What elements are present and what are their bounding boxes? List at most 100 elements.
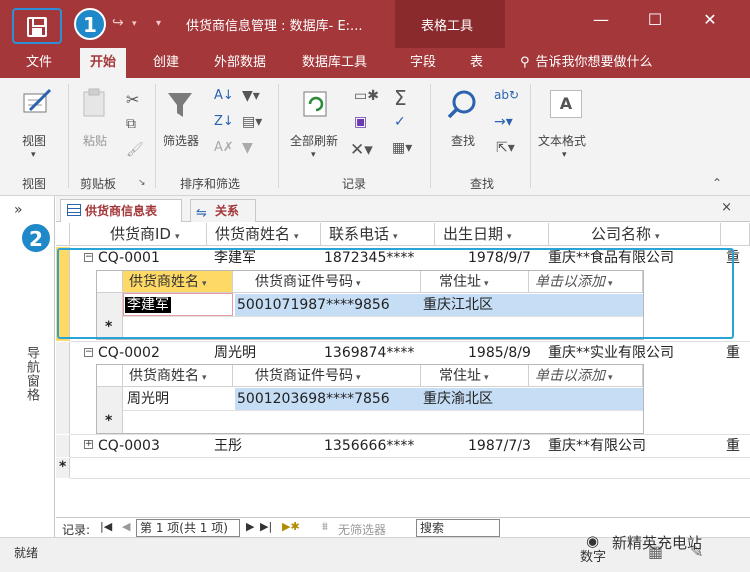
expand-nav-icon[interactable]: » xyxy=(14,202,23,218)
column-dropdown-icon[interactable]: ▾ xyxy=(294,232,299,242)
column-header-phone[interactable]: 联系电话 ▾ xyxy=(321,223,435,246)
tab-supplier-table[interactable]: 供货商信息表 xyxy=(60,199,182,222)
tab-fields[interactable]: 字段 xyxy=(400,48,446,78)
cell-supplier-name[interactable]: 王彤 xyxy=(214,435,242,457)
sub-column-header-address[interactable]: 常住址 ▾ xyxy=(421,271,529,293)
totals-icon[interactable]: Σ xyxy=(394,86,407,110)
text-format-dropdown-icon[interactable]: ▾ xyxy=(562,150,567,160)
cell-overflow[interactable]: 重 xyxy=(726,342,740,364)
spelling-icon[interactable]: ✓ xyxy=(394,114,406,130)
close-tab-icon[interactable]: × xyxy=(721,200,732,215)
column-dropdown-icon[interactable]: ▾ xyxy=(202,279,207,289)
save-record-icon[interactable]: ▣ xyxy=(354,114,367,130)
prev-record-icon[interactable]: ◀ xyxy=(122,520,130,533)
sub-cell-add[interactable] xyxy=(529,388,643,410)
column-dropdown-icon[interactable]: ▾ xyxy=(507,232,512,242)
cell-phone[interactable]: 1872345**** xyxy=(324,247,414,269)
nav-pane-label[interactable]: 导航窗格 xyxy=(22,346,41,402)
goto-icon[interactable]: →▾ xyxy=(494,114,513,130)
cell-birthdate[interactable]: 1985/8/9 xyxy=(468,342,531,364)
sub-column-header-add[interactable]: 单击以添加 ▾ xyxy=(529,365,643,387)
tab-file[interactable]: 文件 xyxy=(16,48,62,78)
column-dropdown-icon[interactable]: ▾ xyxy=(356,279,361,289)
column-header-company[interactable]: 公司名称 ▾ xyxy=(549,223,721,246)
toggle-filter-icon[interactable]: ▼ xyxy=(242,140,253,156)
sort-descending-icon[interactable]: Z↓ xyxy=(214,114,234,129)
copy-icon[interactable]: ⧉ xyxy=(126,116,136,132)
replace-icon[interactable]: ab↻ xyxy=(494,88,519,102)
paste-button[interactable]: 粘贴 xyxy=(83,132,107,149)
column-header-more[interactable] xyxy=(721,223,750,246)
selection-filter-icon[interactable]: ▼▾ xyxy=(242,88,260,104)
sub-cell-idno[interactable]: 5001203698****7856 xyxy=(235,388,421,410)
sub-select-all[interactable] xyxy=(97,365,123,387)
refresh-dropdown-icon[interactable]: ▾ xyxy=(311,150,316,160)
find-button[interactable]: 查找 xyxy=(451,132,475,149)
sub-column-header-name[interactable]: 供货商姓名 ▾ xyxy=(123,365,233,387)
maximize-button[interactable]: ☐ xyxy=(642,10,668,29)
cell-overflow[interactable]: 重 xyxy=(726,435,740,457)
sub-cell-address[interactable]: 重庆江北区 xyxy=(421,294,529,316)
close-window-button[interactable]: ✕ xyxy=(697,10,723,29)
more-records-icon[interactable]: ▦▾ xyxy=(392,140,412,156)
cell-supplier-id[interactable]: CQ-0002 xyxy=(98,342,160,364)
column-dropdown-icon[interactable]: ▾ xyxy=(356,373,361,383)
column-dropdown-icon[interactable]: ▾ xyxy=(175,232,180,242)
cell-birthdate[interactable]: 1978/9/7 xyxy=(468,247,531,269)
refresh-all-button[interactable]: 全部刷新 xyxy=(290,132,338,149)
sub-column-header-idno[interactable]: 供货商证件号码 ▾ xyxy=(233,271,421,293)
sub-select-all[interactable] xyxy=(97,271,123,293)
remove-sort-icon[interactable]: A✗ xyxy=(214,140,234,155)
text-format-button[interactable]: 文本格式 xyxy=(538,132,586,149)
column-dropdown-icon[interactable]: ▾ xyxy=(202,373,207,383)
cell-supplier-id[interactable]: CQ-0001 xyxy=(98,247,160,269)
select-icon[interactable]: ⇱▾ xyxy=(496,140,515,156)
row-selector[interactable] xyxy=(56,342,70,434)
new-record-icon[interactable]: ▭✱ xyxy=(354,88,379,104)
format-painter-icon[interactable]: 🖌 xyxy=(126,142,144,158)
column-dropdown-icon[interactable]: ▾ xyxy=(608,373,613,383)
cut-icon[interactable]: ✂ xyxy=(126,90,139,109)
collapse-subdatasheet-icon[interactable]: − xyxy=(84,348,93,357)
sub-column-header-idno[interactable]: 供货商证件号码 ▾ xyxy=(233,365,421,387)
last-record-icon[interactable]: ▶| xyxy=(260,520,272,533)
cell-supplier-id[interactable]: CQ-0003 xyxy=(98,435,160,457)
filter-button[interactable]: 筛选器 xyxy=(163,132,199,149)
cell-supplier-name[interactable]: 周光明 xyxy=(214,342,256,364)
sub-cell-idno[interactable]: 5001071987****9856 xyxy=(235,294,421,316)
new-record-nav-icon[interactable]: ▶✱ xyxy=(282,520,300,533)
column-dropdown-icon[interactable]: ▾ xyxy=(484,373,489,383)
row-selector[interactable] xyxy=(56,435,70,457)
record-position-field[interactable]: 第 1 项(共 1 项) xyxy=(136,519,240,537)
cell-phone[interactable]: 1356666**** xyxy=(324,435,414,457)
view-dropdown-icon[interactable]: ▾ xyxy=(31,150,36,160)
cell-company[interactable]: 重庆**食品有限公司 xyxy=(548,247,674,269)
tab-relationships[interactable]: ⇋ 关系 xyxy=(190,199,256,222)
first-record-icon[interactable]: |◀ xyxy=(100,520,112,533)
column-header-supplier-id[interactable]: 供货商ID ▾ xyxy=(70,223,207,246)
sub-cell-name[interactable]: 周光明 xyxy=(127,388,169,410)
cell-birthdate[interactable]: 1987/7/3 xyxy=(468,435,531,457)
sub-column-header-name[interactable]: 供货商姓名 ▾ xyxy=(123,271,233,293)
sub-cell-address[interactable]: 重庆渝北区 xyxy=(421,388,529,410)
sub-column-header-address[interactable]: 常住址 ▾ xyxy=(421,365,529,387)
cell-company[interactable]: 重庆**实业有限公司 xyxy=(548,342,674,364)
sort-ascending-icon[interactable]: A↓ xyxy=(214,88,234,103)
cell-phone[interactable]: 1369874**** xyxy=(324,342,414,364)
save-button[interactable] xyxy=(12,8,62,44)
select-all-corner[interactable] xyxy=(56,223,70,246)
cell-overflow[interactable]: 重 xyxy=(726,247,740,269)
cell-company[interactable]: 重庆**有限公司 xyxy=(548,435,646,457)
minimize-button[interactable]: — xyxy=(588,10,614,29)
sub-cell-add[interactable] xyxy=(529,294,643,316)
column-dropdown-icon[interactable]: ▾ xyxy=(655,232,660,242)
collapse-subdatasheet-icon[interactable]: − xyxy=(84,253,93,262)
column-dropdown-icon[interactable]: ▾ xyxy=(484,279,489,289)
tab-database-tools[interactable]: 数据库工具 xyxy=(292,48,377,78)
column-dropdown-icon[interactable]: ▾ xyxy=(608,279,613,289)
redo-icon[interactable]: ↪ xyxy=(112,15,124,31)
next-record-icon[interactable]: ▶ xyxy=(246,520,254,533)
cell-supplier-name[interactable]: 李建军 xyxy=(214,247,256,269)
row-selector-current[interactable] xyxy=(56,247,70,341)
column-header-birthdate[interactable]: 出生日期 ▾ xyxy=(435,223,549,246)
